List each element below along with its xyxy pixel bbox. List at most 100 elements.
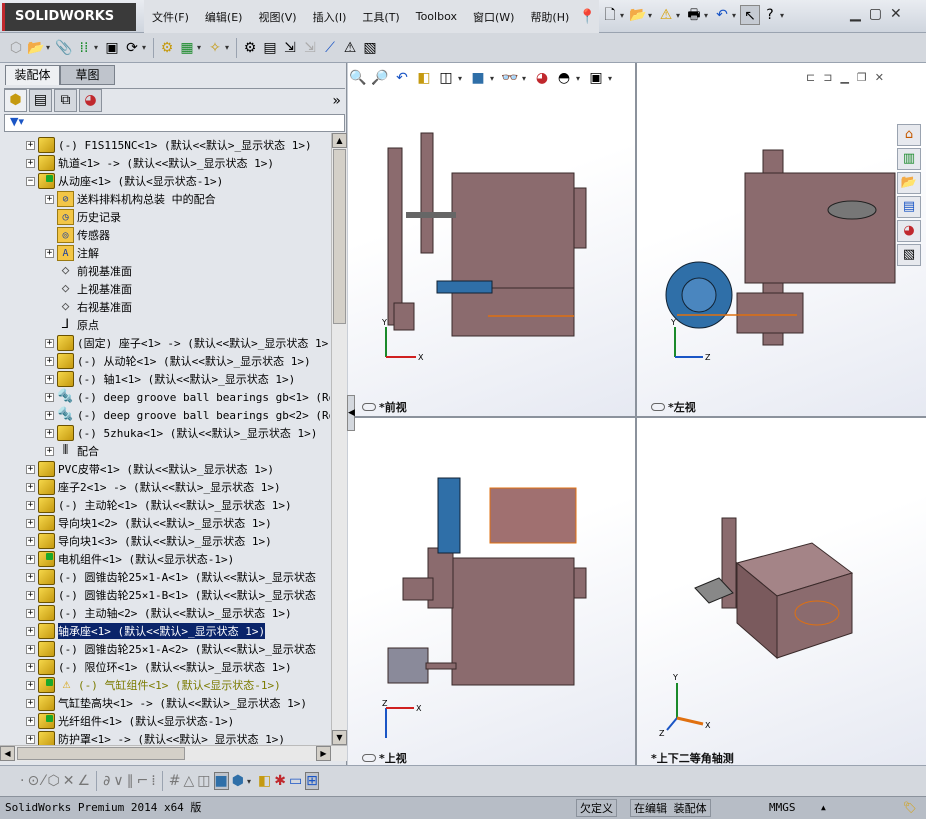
show-hidden-icon[interactable]: ⚙ xyxy=(157,38,177,58)
tab-sketch[interactable]: 草图 xyxy=(60,65,115,85)
pin-icon[interactable]: 📍 xyxy=(577,7,597,27)
feature-manager-icon[interactable]: ⬢ xyxy=(4,89,27,112)
tree-item[interactable]: + A 注解 xyxy=(45,244,99,262)
tree-item[interactable]: ◇ 上视基准面 xyxy=(45,280,132,298)
display-manager-icon[interactable]: ◕ xyxy=(79,89,102,112)
viewport-restore-icon[interactable]: ❐ xyxy=(857,71,867,84)
scroll-thumb[interactable] xyxy=(333,149,346,324)
exploded-view-icon[interactable]: ⇲ xyxy=(280,38,300,58)
interference-icon[interactable]: ✱ xyxy=(274,773,286,789)
edit-component-icon[interactable]: ⬡ xyxy=(6,38,26,58)
viewport-vertical-splitter[interactable] xyxy=(635,63,637,765)
design-library-icon[interactable]: ▥ xyxy=(897,148,921,170)
units-menu-arrow[interactable]: ▲ xyxy=(818,799,829,817)
expand-icon[interactable]: + xyxy=(45,338,54,348)
expand-icon[interactable]: + xyxy=(26,500,35,510)
linear-pattern-icon[interactable]: ⁞⁞ xyxy=(74,38,94,58)
expand-icon[interactable]: + xyxy=(26,590,35,600)
view-settings-icon[interactable]: ▣ xyxy=(586,68,606,88)
scroll-left-button[interactable]: ◀ xyxy=(0,746,15,761)
menu-view[interactable]: 视图(V) xyxy=(250,9,304,25)
minimize-icon[interactable]: ▁ xyxy=(850,6,861,22)
tree-item[interactable]: ◇ 右视基准面 xyxy=(45,298,132,316)
expand-icon[interactable]: + xyxy=(45,374,54,384)
parallel-icon[interactable]: ∥ xyxy=(127,773,134,789)
expand-icon[interactable]: + xyxy=(26,554,35,564)
tree-item[interactable]: + (-) 主动轴<2> (默认<<默认>_显示状态 1>) xyxy=(26,604,292,622)
expand-icon[interactable]: + xyxy=(45,392,54,402)
expand-icon[interactable]: + xyxy=(26,716,35,726)
tree-vertical-scrollbar[interactable]: ▲ ▼ xyxy=(331,133,347,745)
rebuild-warning-icon[interactable]: ⚠ xyxy=(656,5,676,25)
tree-item[interactable]: + 导向块1<3> (默认<<默认>_显示状态 1>) xyxy=(26,532,272,550)
hide-show-items-icon[interactable]: 👓 xyxy=(500,68,520,88)
view-orientation-icon[interactable]: ◫ xyxy=(436,68,456,88)
new-document-icon[interactable]: 🗋 xyxy=(600,5,620,25)
assembly-features-icon[interactable]: ▦ xyxy=(177,38,197,58)
tree-item[interactable]: + (-) 圆锥齿轮25×1-A<2> (默认<<默认>_显示状态 xyxy=(26,640,316,658)
single-view-icon[interactable]: ▭ xyxy=(289,773,302,789)
expand-icon[interactable]: + xyxy=(26,140,35,150)
tree-item[interactable]: ◷ 历史记录 xyxy=(45,208,121,226)
zoom-to-fit-icon[interactable]: 🔍 xyxy=(348,68,368,88)
tree-item[interactable]: + 气缸垫高块<1> -> (默认<<默认>_显示状态 1>) xyxy=(26,694,307,712)
print-icon[interactable]: 🖶 xyxy=(684,5,704,25)
expand-icon[interactable]: + xyxy=(26,482,35,492)
polygon-icon[interactable]: ⬡ xyxy=(48,773,60,789)
tree-item[interactable]: + 导向块1<2> (默认<<默认>_显示状态 1>) xyxy=(26,514,272,532)
dimension-icon[interactable]: ⁞ xyxy=(151,773,155,789)
expand-icon[interactable]: + xyxy=(45,248,54,258)
expand-icon[interactable]: + xyxy=(45,356,54,366)
expand-icon[interactable]: + xyxy=(45,194,54,204)
expand-icon[interactable]: + xyxy=(26,626,35,636)
scroll-down-button[interactable]: ▼ xyxy=(332,730,347,745)
viewport-close-icon[interactable]: ✕ xyxy=(875,71,884,84)
tree-item[interactable]: + 座子2<1> -> (默认<<默认>_显示状态 1>) xyxy=(26,478,281,496)
tree-item[interactable]: + (-) 5zhuka<1> (默认<<默认>_显示状态 1>) xyxy=(45,424,317,442)
clearance-verification-icon[interactable]: ⚠ xyxy=(340,38,360,58)
circle-icon[interactable]: ⊙ xyxy=(27,773,39,789)
zoom-to-area-icon[interactable]: 🔎 xyxy=(370,68,390,88)
tree-item[interactable]: + 轨道<1> -> (默认<<默认>_显示状态 1>) xyxy=(26,154,274,172)
previous-view-icon[interactable]: ↶ xyxy=(392,68,412,88)
solidworks-resources-icon[interactable]: ⌂ xyxy=(897,124,921,146)
expand-icon[interactable]: + xyxy=(26,662,35,672)
tree-item[interactable]: + PVC皮带<1> (默认<<默认>_显示状态 1>) xyxy=(26,460,274,478)
link-views-icon[interactable] xyxy=(651,403,665,411)
viewport-top[interactable]: ZX *上视 xyxy=(348,418,635,765)
view-palette-icon[interactable]: ▤ xyxy=(897,196,921,218)
mirror-icon[interactable]: ∂ xyxy=(103,773,110,789)
bill-of-materials-icon[interactable]: ▤ xyxy=(260,38,280,58)
tree-item[interactable]: + (-) 主动轮<1> (默认<<默认>_显示状态 1>) xyxy=(26,496,292,514)
help-icon[interactable]: ? xyxy=(760,5,780,25)
wireframe-icon[interactable]: ◫ xyxy=(197,773,210,789)
apply-scene-icon[interactable]: ◓ xyxy=(554,68,574,88)
property-manager-icon[interactable]: ▤ xyxy=(29,89,52,112)
tree-item[interactable]: ◎ 传感器 xyxy=(45,226,110,244)
tree-item[interactable]: ◇ 前视基准面 xyxy=(45,262,132,280)
tree-item[interactable]: + 光纤组件<1> (默认<显示状态-1>) xyxy=(26,712,234,730)
custom-properties-icon[interactable]: ▧ xyxy=(897,244,921,266)
four-view-icon[interactable]: ⊞ xyxy=(305,772,319,790)
tree-item[interactable]: + (固定) 座子<1> -> (默认<<默认>_显示状态 1> xyxy=(45,334,328,352)
tree-item[interactable]: + (-) 轴1<1> (默认<<默认>_显示状态 1>) xyxy=(45,370,295,388)
new-motion-study-icon[interactable]: ⚙ xyxy=(240,38,260,58)
tree-item[interactable]: ⅃ 原点 xyxy=(45,316,99,334)
tree-item[interactable]: + (-) 圆锥齿轮25×1-A<1> (默认<<默认>_显示状态 xyxy=(26,568,316,586)
scroll-up-button[interactable]: ▲ xyxy=(332,133,347,148)
select-pointer-icon[interactable]: ↖ xyxy=(740,5,760,25)
menu-edit[interactable]: 编辑(E) xyxy=(197,9,251,25)
graphics-area[interactable]: YX *前视 YZ *左视 ZX *上视 Y Z X *上下二等角轴测 xyxy=(348,63,926,765)
explode-line-icon[interactable]: ⇲ xyxy=(300,38,320,58)
viewport-front[interactable]: YX *前视 xyxy=(348,63,635,416)
menu-window[interactable]: 窗口(W) xyxy=(465,9,522,25)
configuration-manager-icon[interactable]: ⧉ xyxy=(54,89,77,112)
menu-toolbox[interactable]: Toolbox xyxy=(408,10,465,23)
tab-assembly[interactable]: 装配体 xyxy=(5,65,60,85)
tree-item[interactable]: − 从动座<1> (默认<显示状态-1>) xyxy=(26,172,223,190)
tree-item[interactable]: + ⊘ 送料排料机构总装 中的配合 xyxy=(45,190,216,208)
expand-icon[interactable]: + xyxy=(26,572,35,582)
expand-icon[interactable]: + xyxy=(26,464,35,474)
panel-collapse-handle[interactable]: ◀ xyxy=(347,395,355,431)
tree-item[interactable]: + (-) 限位环<1> (默认<<默认>_显示状态 1>) xyxy=(26,658,292,676)
